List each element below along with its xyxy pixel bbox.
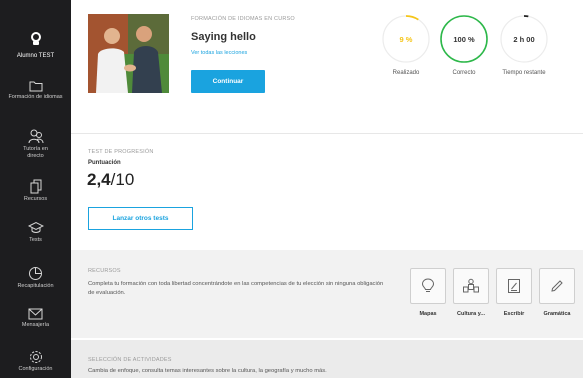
- sidebar-item-tutoria[interactable]: Tutoría en directo: [0, 129, 71, 160]
- stat-value: 9 %: [399, 34, 413, 44]
- pencil-icon: [551, 280, 563, 292]
- sidebar-item-label: Formación de idiomas: [8, 94, 63, 100]
- score-value: 2,4/10: [87, 170, 134, 190]
- gear-icon: [29, 351, 42, 363]
- stat-correcto: 100 % Correcto: [439, 14, 489, 76]
- score: 2,4: [87, 170, 111, 189]
- activities-caption: SELECCIÓN DE ACTIVIDADES: [88, 357, 172, 363]
- write-icon: [508, 279, 520, 293]
- launch-tests-button[interactable]: Lanzar otros tests: [88, 207, 193, 230]
- sidebar-item-mensajeria[interactable]: Mensajería: [0, 308, 71, 329]
- resources-description: Completa tu formación con toda libertad …: [88, 281, 384, 296]
- user-name: Alumno TEST: [16, 53, 55, 59]
- score-max: /10: [110, 170, 135, 189]
- sidebar-item-label: Tutoría en directo: [23, 146, 48, 159]
- all-lessons-link[interactable]: Ver todas las lecciones: [191, 50, 247, 56]
- user-avatar-icon: [30, 32, 42, 46]
- resources-caption: RECURSOS: [88, 268, 121, 274]
- sidebar-item-formacion[interactable]: Formación de idiomas: [0, 80, 71, 101]
- stat-realizado: 9 % Realizado: [381, 14, 431, 76]
- people-icon: [28, 129, 43, 144]
- lightbulb-icon: [421, 278, 435, 292]
- tool-gramatica[interactable]: Gramática: [539, 268, 575, 317]
- user-profile[interactable]: Alumno TEST: [0, 32, 71, 59]
- sidebar-item-label: Mensajería: [21, 322, 50, 328]
- course-title: Saying hello: [191, 31, 256, 43]
- tool-box[interactable]: [410, 268, 446, 304]
- graduation-cap-icon: [27, 221, 44, 233]
- pie-chart-icon: [29, 267, 42, 280]
- course-image: [88, 14, 169, 93]
- folder-icon: [29, 81, 42, 92]
- sidebar-item-configuracion[interactable]: Configuración: [0, 350, 71, 373]
- tool-mapas[interactable]: Mapas: [410, 268, 446, 317]
- progress-test-section: TEST DE PROGRESIÓN Puntuación 2,4/10 Lan…: [71, 133, 583, 247]
- tool-label: Mapas: [419, 311, 437, 317]
- sidebar-item-label: Recursos: [23, 196, 48, 202]
- tool-box[interactable]: [496, 268, 532, 304]
- course-caption: FORMACIÓN DE IDIOMAS EN CURSO: [191, 16, 295, 22]
- tool-escribir[interactable]: Escribir: [496, 268, 532, 317]
- sidebar-item-tests[interactable]: Tests: [0, 221, 71, 244]
- stat-tiempo: 2 h 00 Tiempo restante: [499, 14, 549, 76]
- sidebar: Alumno TEST Formación de idiomas Tutoría…: [0, 0, 71, 378]
- score-label: Puntuación: [88, 160, 121, 166]
- continue-button[interactable]: Continuar: [191, 70, 265, 93]
- progress-test-caption: TEST DE PROGRESIÓN: [88, 149, 154, 155]
- tool-label: Escribir: [503, 311, 525, 317]
- tool-label: Gramática: [543, 311, 571, 317]
- resources-section: RECURSOS Completa tu formación con toda …: [71, 250, 583, 338]
- people-group-icon: [463, 278, 479, 293]
- sidebar-item-recursos[interactable]: Recursos: [0, 179, 71, 203]
- tool-cultura[interactable]: Cultura y...: [453, 268, 489, 317]
- activities-section: SELECCIÓN DE ACTIVIDADES Cambia de enfoq…: [71, 340, 583, 378]
- tool-label: Cultura y...: [456, 311, 485, 317]
- documents-icon: [30, 179, 41, 194]
- sidebar-item-label: Recapitulación: [17, 283, 54, 289]
- stat-value: 2 h 00: [513, 34, 535, 44]
- activities-description: Cambia de enfoque, consulta temas intere…: [88, 368, 327, 374]
- sidebar-item-label: Tests: [29, 237, 42, 243]
- stat-label: Tiempo restante: [502, 70, 546, 76]
- tool-box[interactable]: [453, 268, 489, 304]
- stat-value: 100 %: [453, 34, 475, 44]
- tool-box[interactable]: [539, 268, 575, 304]
- sidebar-item-recapitulacion[interactable]: Recapitulación: [0, 266, 71, 290]
- sidebar-item-label: Configuración: [18, 366, 53, 372]
- envelope-icon: [28, 308, 43, 320]
- current-course-card: FORMACIÓN DE IDIOMAS EN CURSO Saying hel…: [71, 0, 583, 108]
